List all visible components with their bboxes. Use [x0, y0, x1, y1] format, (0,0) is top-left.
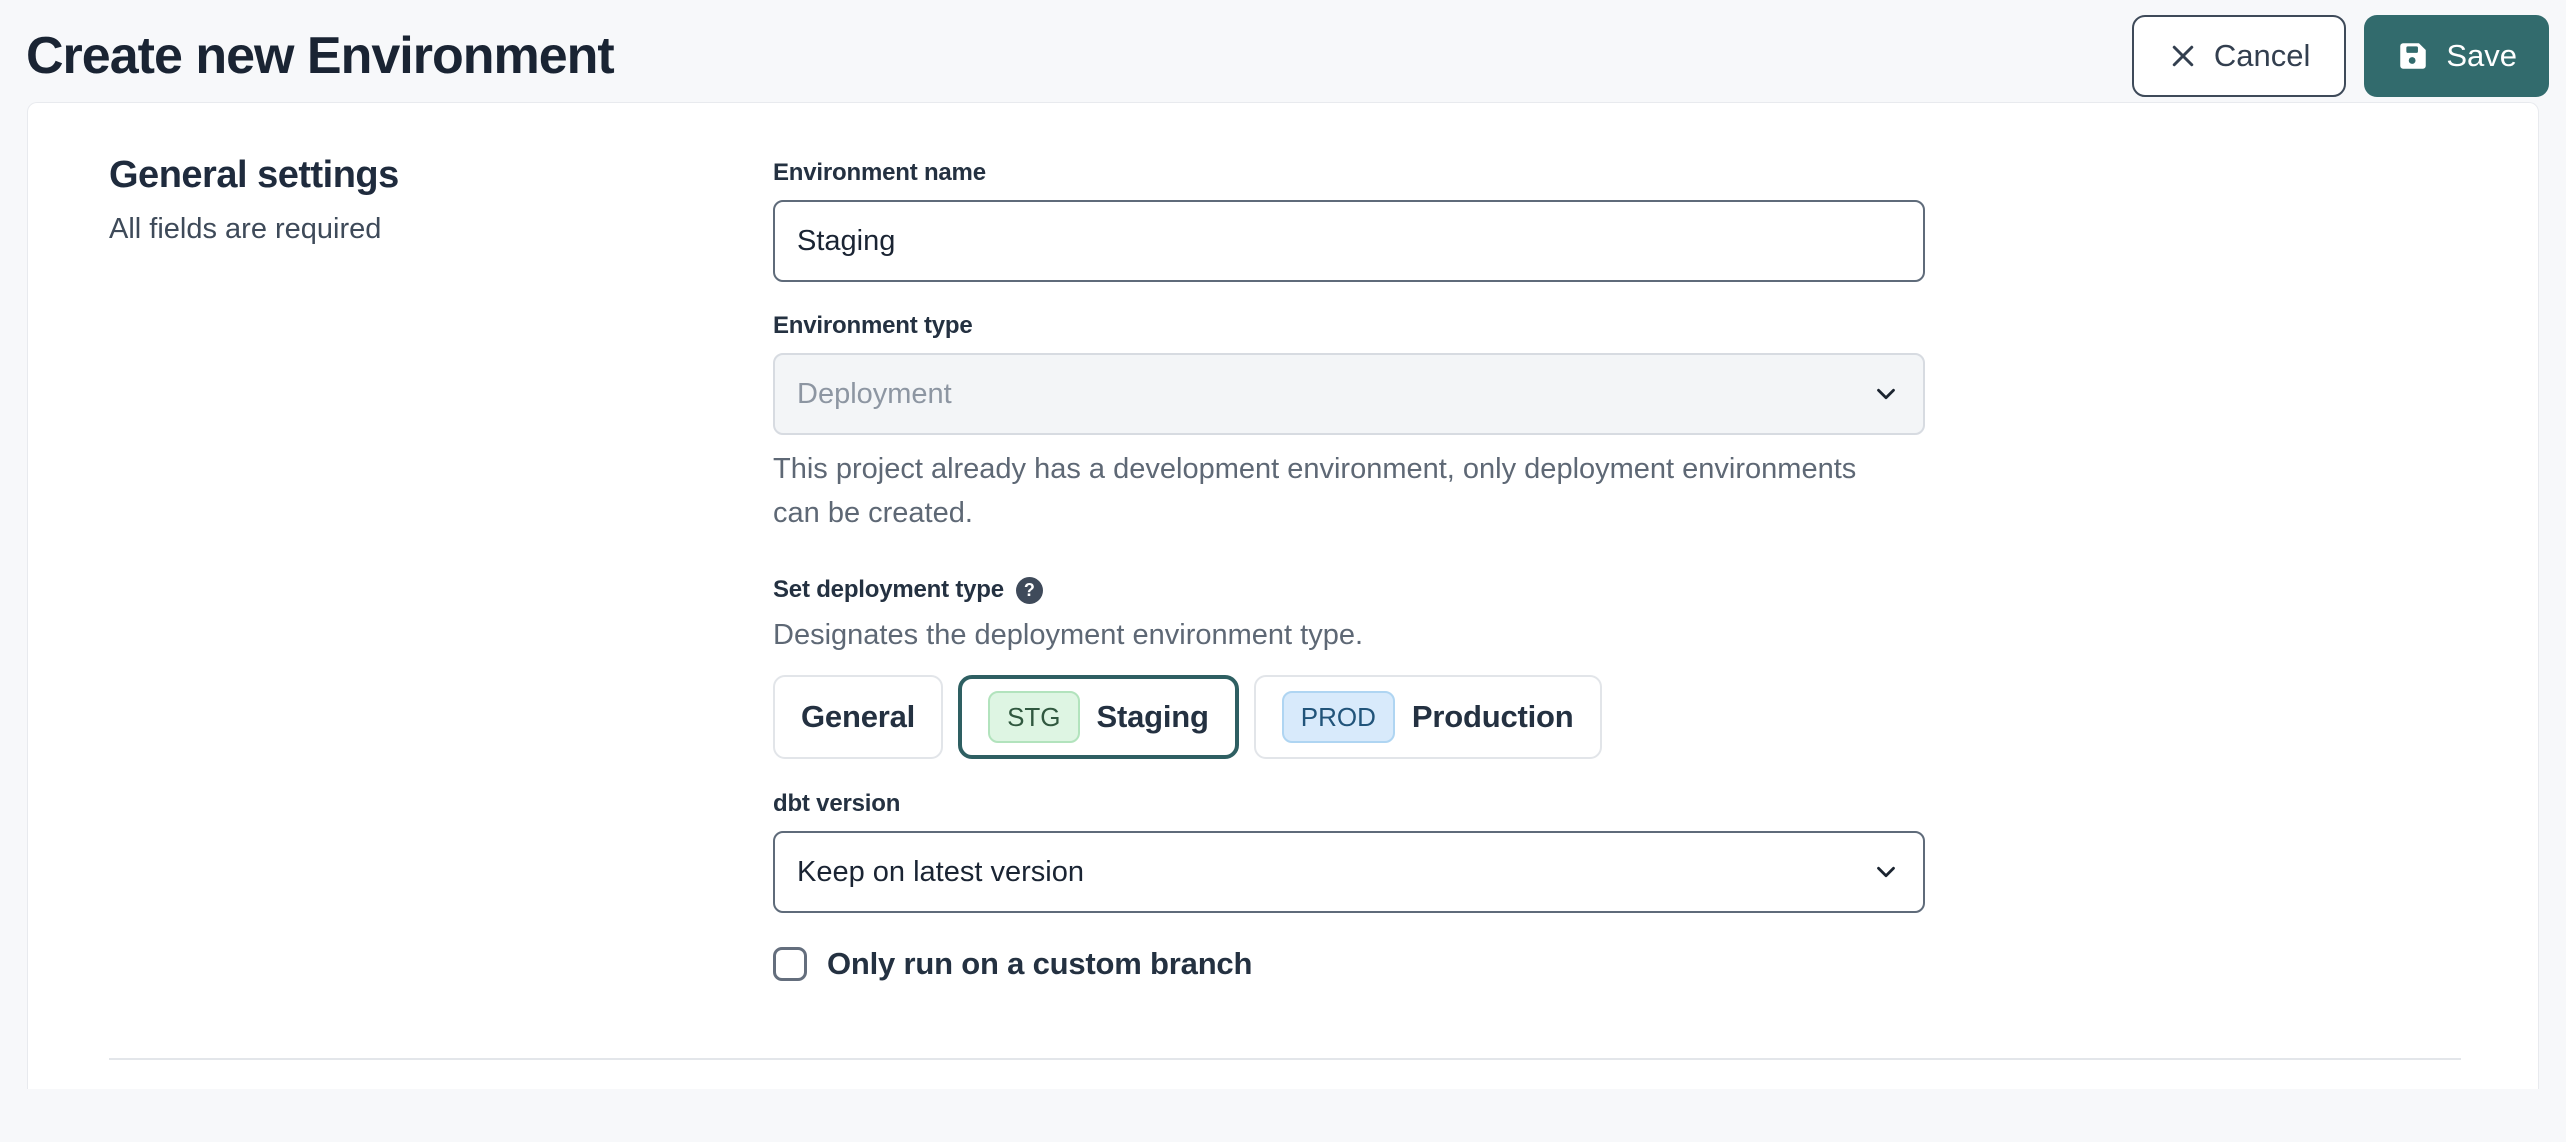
chevron-down-icon	[1871, 379, 1901, 409]
deployment-type-general-label: General	[801, 699, 915, 735]
page-header: Create new Environment Cancel Save	[0, 0, 2566, 102]
deployment-type-production-button[interactable]: PROD Production	[1254, 675, 1602, 759]
save-icon	[2396, 39, 2430, 73]
stg-badge: STG	[988, 691, 1079, 743]
deployment-type-staging-button[interactable]: STG Staging	[958, 675, 1239, 759]
section-divider	[109, 1058, 2461, 1060]
close-icon	[2168, 41, 2198, 71]
environment-type-label: Environment type	[773, 312, 1925, 340]
section-title: General settings	[109, 153, 773, 199]
environment-name-input[interactable]	[773, 200, 1925, 282]
dbt-version-select[interactable]: Keep on latest version	[773, 831, 1925, 913]
deployment-type-label: Set deployment type	[773, 576, 1004, 604]
deployment-type-staging-label: Staging	[1097, 699, 1209, 735]
dbt-version-label: dbt version	[773, 790, 1925, 818]
environment-type-select: Deployment	[773, 353, 1925, 435]
environment-type-helper: This project already has a development e…	[773, 448, 1873, 535]
deployment-type-production-label: Production	[1412, 699, 1574, 735]
custom-branch-checkbox[interactable]	[773, 947, 807, 981]
section-subtitle: All fields are required	[109, 213, 773, 246]
environment-type-value: Deployment	[797, 378, 952, 411]
help-icon[interactable]: ?	[1016, 577, 1043, 604]
dbt-version-value: Keep on latest version	[797, 856, 1084, 889]
chevron-down-icon	[1871, 857, 1901, 887]
save-button-label: Save	[2446, 38, 2517, 74]
section-heading: General settings All fields are required	[109, 153, 773, 982]
custom-branch-label: Only run on a custom branch	[827, 946, 1252, 982]
environment-name-label: Environment name	[773, 159, 1925, 187]
deployment-type-options: General STG Staging PROD Production	[773, 675, 1925, 759]
deployment-type-description: Designates the deployment environment ty…	[773, 619, 1925, 652]
environment-form: Environment name Environment type Deploy…	[773, 153, 1925, 982]
cancel-button-label: Cancel	[2214, 38, 2311, 74]
settings-card: General settings All fields are required…	[27, 102, 2539, 1089]
custom-branch-row: Only run on a custom branch	[773, 946, 1925, 982]
cancel-button[interactable]: Cancel	[2132, 15, 2347, 97]
prod-badge: PROD	[1282, 691, 1395, 743]
save-button[interactable]: Save	[2364, 15, 2549, 97]
page-title: Create new Environment	[26, 26, 614, 86]
deployment-type-general-button[interactable]: General	[773, 675, 943, 759]
header-actions: Cancel Save	[2132, 15, 2549, 97]
